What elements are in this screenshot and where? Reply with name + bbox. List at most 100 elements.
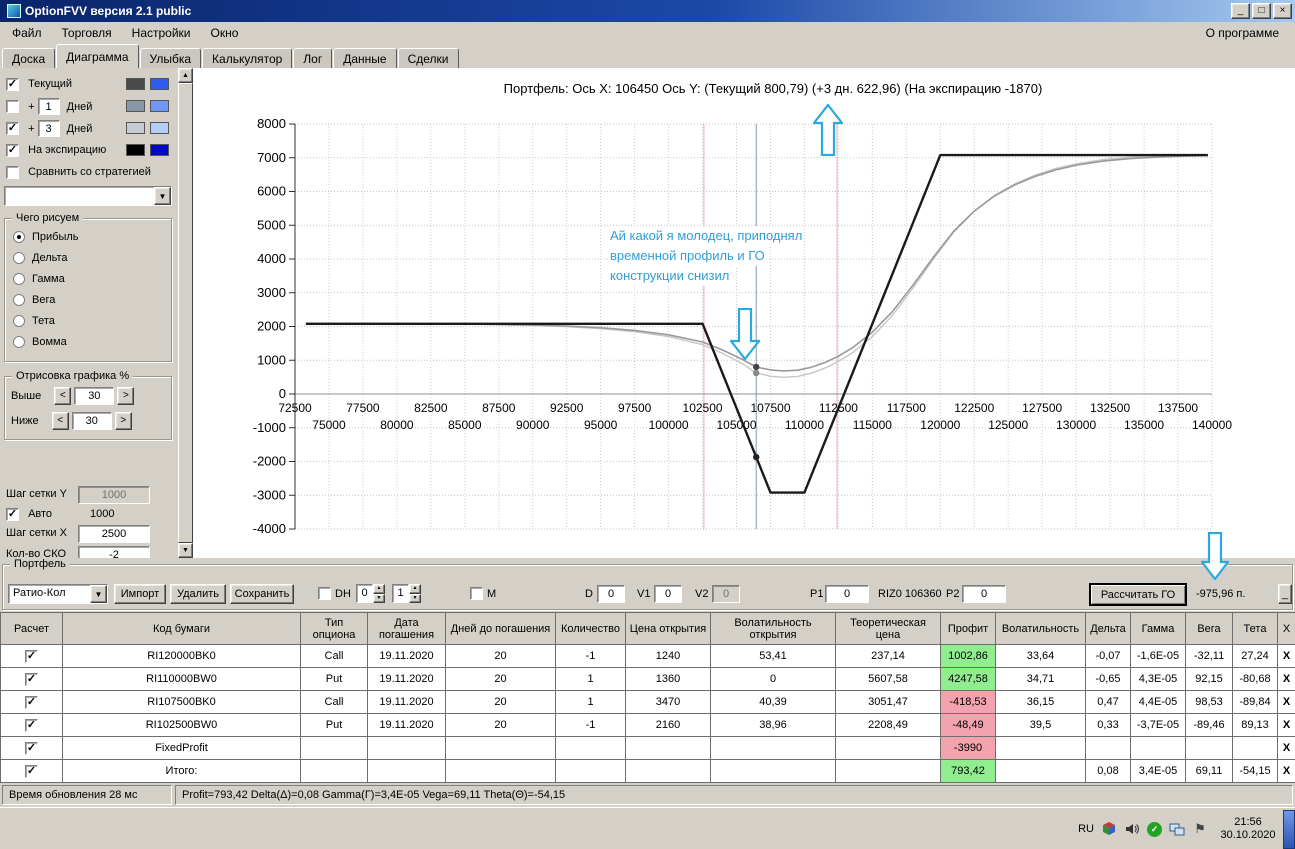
draw-option-Прибыль[interactable]: Прибыль bbox=[5, 227, 171, 248]
sko-input[interactable] bbox=[78, 546, 150, 558]
taskbar-clock[interactable]: 21:56 30.10.2020 bbox=[1215, 816, 1281, 842]
spin-down-icon[interactable]: ▼ bbox=[409, 593, 421, 603]
draw-option-Вега[interactable]: Вега bbox=[5, 290, 171, 311]
column-Дата погашения[interactable]: Дата погашения bbox=[367, 612, 446, 645]
column-Теоретическая цена[interactable]: Теоретическая цена bbox=[835, 612, 941, 645]
maximize-button[interactable]: □ bbox=[1252, 3, 1271, 19]
row-calc-checkbox[interactable]: ✓ bbox=[25, 741, 38, 755]
grid-x-input[interactable] bbox=[78, 525, 150, 543]
dh-checkbox[interactable] bbox=[318, 587, 331, 600]
column-Цена открытия[interactable]: Цена открытия bbox=[625, 612, 711, 645]
update-check-icon[interactable]: ✓ bbox=[1147, 821, 1162, 837]
row-calc-checkbox[interactable]: ✓ bbox=[25, 649, 38, 663]
volume-icon[interactable] bbox=[1124, 821, 1140, 837]
row-calc-checkbox[interactable]: ✓ bbox=[25, 672, 38, 686]
v2-input[interactable]: 0 bbox=[712, 585, 740, 603]
tab-Диаграмма[interactable]: Диаграмма bbox=[56, 44, 139, 68]
plus1-color-swatch-2[interactable] bbox=[150, 100, 169, 112]
menu-item-Окно[interactable]: Окно bbox=[201, 23, 249, 43]
tab-Улыбка[interactable]: Улыбка bbox=[139, 48, 202, 68]
minimize-button[interactable]: _ bbox=[1231, 3, 1250, 19]
column-Количество[interactable]: Количество bbox=[555, 612, 626, 645]
calculate-go-button[interactable]: Рассчитать ГО bbox=[1090, 584, 1186, 605]
plus3-checkbox[interactable]: ✓ bbox=[6, 122, 19, 135]
current-color-swatch-2[interactable] bbox=[150, 78, 169, 90]
row-delete-button[interactable]: X bbox=[1277, 736, 1295, 760]
chevron-down-icon[interactable]: ▼ bbox=[90, 585, 107, 603]
column-Волатильность[interactable]: Волатильность bbox=[995, 612, 1086, 645]
dh-spinner-1-value[interactable]: 0 bbox=[356, 584, 373, 603]
scroll-up-icon[interactable]: ▲ bbox=[178, 68, 193, 83]
spin-down-icon[interactable]: ▼ bbox=[373, 593, 385, 603]
v1-input[interactable]: 0 bbox=[654, 585, 682, 603]
current-checkbox[interactable]: ✓ bbox=[6, 77, 19, 91]
expiration-color-swatch-2[interactable] bbox=[150, 144, 169, 156]
desktop-strip[interactable] bbox=[1283, 810, 1295, 849]
column-Дельта[interactable]: Дельта bbox=[1085, 612, 1131, 645]
scrollbar-thumb[interactable] bbox=[178, 83, 193, 543]
cube-icon[interactable] bbox=[1101, 821, 1117, 837]
below-decrease-button[interactable]: < bbox=[51, 412, 69, 430]
draw-option-Тета[interactable]: Тета bbox=[5, 311, 171, 332]
expiration-checkbox[interactable]: ✓ bbox=[6, 143, 19, 157]
chevron-down-icon[interactable]: ▼ bbox=[154, 187, 171, 205]
row-delete-button[interactable]: X bbox=[1277, 644, 1295, 668]
plus1-checkbox[interactable] bbox=[6, 100, 19, 113]
above-decrease-button[interactable]: < bbox=[54, 387, 72, 405]
grid-y-input[interactable] bbox=[78, 486, 150, 504]
column-Тип опциона[interactable]: Тип опциона bbox=[300, 612, 368, 645]
menu-item-Настройки[interactable]: Настройки bbox=[122, 23, 201, 43]
above-percent-input[interactable] bbox=[74, 387, 115, 405]
close-button[interactable]: × bbox=[1273, 3, 1292, 19]
tab-Калькулятор[interactable]: Калькулятор bbox=[202, 48, 293, 68]
row-delete-button[interactable]: X bbox=[1277, 759, 1295, 783]
row-delete-button[interactable]: X bbox=[1277, 713, 1295, 737]
spin-up-icon[interactable]: ▲ bbox=[409, 584, 421, 594]
column-Профит[interactable]: Профит bbox=[940, 612, 996, 645]
below-percent-input[interactable] bbox=[71, 412, 112, 430]
row-calc-checkbox[interactable]: ✓ bbox=[25, 718, 38, 732]
network-icon[interactable] bbox=[1169, 821, 1185, 837]
below-increase-button[interactable]: > bbox=[114, 412, 132, 430]
current-color-swatch-1[interactable] bbox=[126, 78, 145, 90]
row-calc-checkbox[interactable]: ✓ bbox=[25, 695, 38, 709]
tab-Сделки[interactable]: Сделки bbox=[397, 48, 459, 68]
draw-option-Гамма[interactable]: Гамма bbox=[5, 269, 171, 290]
flag-icon[interactable]: ⚑ bbox=[1192, 821, 1208, 837]
strategy-select[interactable]: Ратио-Кол ▼ bbox=[8, 584, 108, 604]
p2-input[interactable]: 0 bbox=[962, 585, 1006, 603]
p1-input[interactable]: 0 bbox=[825, 585, 869, 603]
tab-Данные[interactable]: Данные bbox=[333, 48, 397, 68]
import-button[interactable]: Импорт bbox=[114, 584, 166, 604]
auto-checkbox[interactable]: ✓ bbox=[6, 507, 19, 521]
column-Волатильность открытия[interactable]: Волатильность открытия bbox=[710, 612, 836, 645]
plus1-color-swatch-1[interactable] bbox=[126, 100, 145, 112]
column-Код бумаги[interactable]: Код бумаги bbox=[62, 612, 301, 645]
row-delete-button[interactable]: X bbox=[1277, 690, 1295, 714]
d-input[interactable]: 0 bbox=[597, 585, 625, 603]
panel-scrollbar[interactable]: ▲ ▼ bbox=[178, 68, 193, 558]
column-Вега[interactable]: Вега bbox=[1185, 612, 1233, 645]
compare-strategy-checkbox[interactable] bbox=[6, 165, 19, 179]
expiration-color-swatch-1[interactable] bbox=[126, 144, 145, 156]
language-indicator[interactable]: RU bbox=[1078, 823, 1094, 835]
plus3-days-input[interactable] bbox=[37, 120, 60, 137]
above-increase-button[interactable]: > bbox=[117, 387, 135, 405]
delete-button[interactable]: Удалить bbox=[170, 584, 226, 604]
scroll-down-icon[interactable]: ▼ bbox=[178, 543, 193, 558]
menu-item-Торговля[interactable]: Торговля bbox=[52, 23, 122, 43]
column-X[interactable]: X bbox=[1277, 612, 1295, 645]
row-delete-button[interactable]: X bbox=[1277, 667, 1295, 691]
column-Гамма[interactable]: Гамма bbox=[1130, 612, 1186, 645]
plus3-color-swatch-2[interactable] bbox=[150, 122, 169, 134]
tab-Доска[interactable]: Доска bbox=[2, 48, 56, 68]
plus1-days-input[interactable] bbox=[37, 98, 60, 115]
tab-Лог[interactable]: Лог bbox=[293, 48, 333, 68]
strategy-compare-select[interactable]: ▼ bbox=[4, 186, 172, 206]
menu-item-Файл[interactable]: Файл bbox=[2, 23, 52, 43]
column-Расчет[interactable]: Расчет bbox=[0, 612, 63, 645]
column-Тета[interactable]: Тета bbox=[1232, 612, 1278, 645]
spin-up-icon[interactable]: ▲ bbox=[373, 584, 385, 594]
column-Дней до погашения[interactable]: Дней до погашения bbox=[445, 612, 556, 645]
draw-option-Вомма[interactable]: Вомма bbox=[5, 332, 171, 353]
